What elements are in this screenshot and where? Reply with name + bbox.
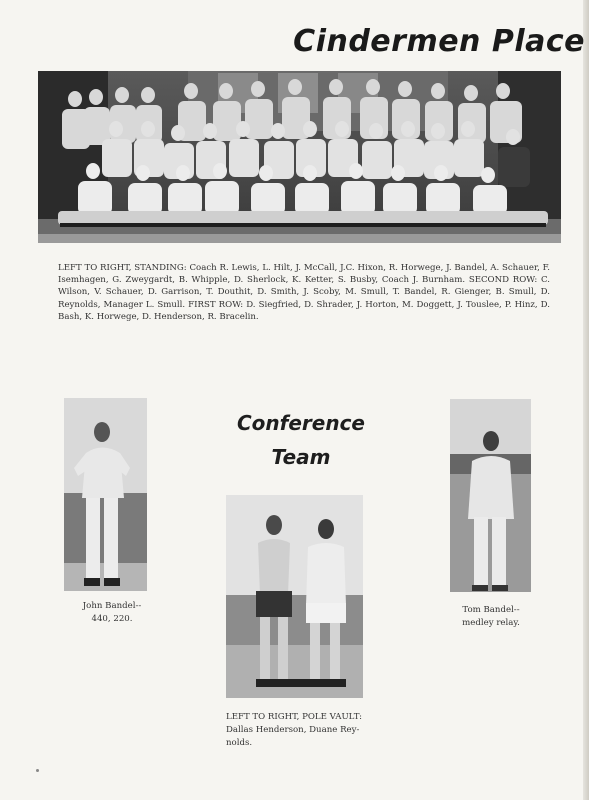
pole-vault-caption: LEFT TO RIGHT, POLE VAULT: Dallas Hender…	[226, 711, 368, 750]
conference-team-heading: Conference Team	[232, 406, 370, 474]
pole-vault-photo	[226, 495, 363, 698]
heading-line-2: Team	[271, 445, 331, 469]
page-smudge	[36, 769, 39, 772]
pole-caption-line-2: Dallas Henderson, Duane Rey-	[226, 725, 360, 735]
tom-caption-line-2: medley relay.	[462, 618, 520, 628]
page-edge	[583, 0, 589, 800]
heading-line-1: Conference	[236, 411, 365, 435]
page-title: Cindermen Place	[293, 24, 585, 59]
pole-caption-line-1: LEFT TO RIGHT, POLE VAULT:	[226, 712, 363, 722]
john-bandel-photo	[64, 398, 147, 591]
john-caption-line-1: John Bandel--	[82, 601, 142, 611]
john-caption-line-2: 440, 220.	[91, 614, 133, 624]
team-group-photo	[38, 71, 561, 243]
tom-bandel-photo	[450, 399, 531, 592]
john-bandel-caption: John Bandel-- 440, 220.	[62, 600, 162, 626]
pole-caption-line-3: nolds.	[226, 738, 253, 748]
tom-caption-line-1: Tom Bandel--	[462, 605, 520, 615]
tom-bandel-caption: Tom Bandel-- medley relay.	[438, 604, 544, 630]
team-photo-caption: LEFT TO RIGHT, STANDING: Coach R. Lewis,…	[58, 263, 550, 322]
